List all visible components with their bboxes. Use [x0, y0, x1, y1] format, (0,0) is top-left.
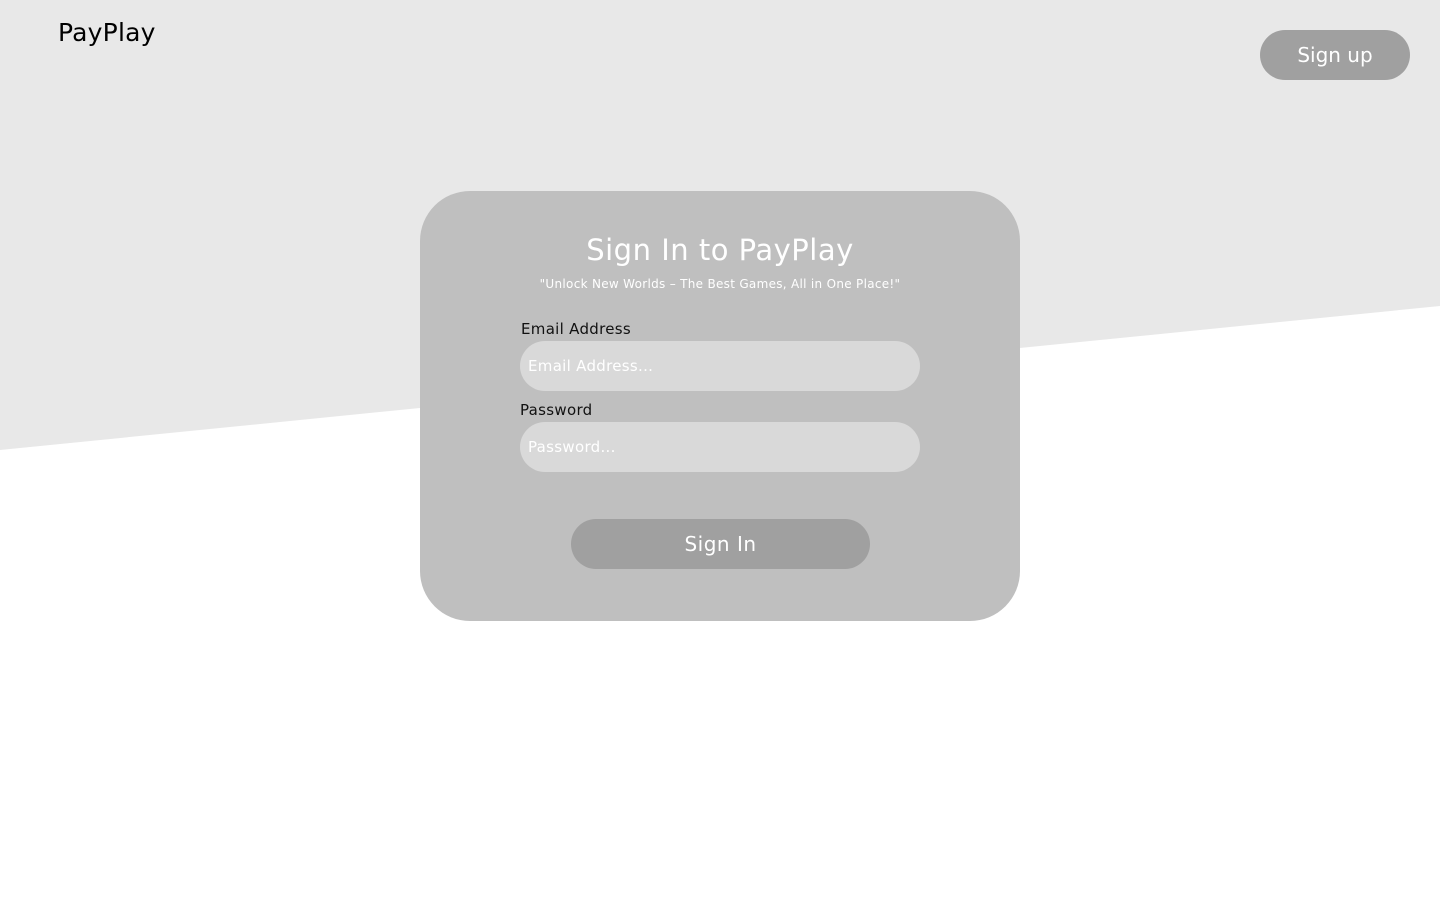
password-field[interactable] [520, 422, 920, 472]
email-label: Email Address [521, 320, 632, 338]
sign-in-button[interactable]: Sign In [571, 519, 870, 569]
page: PayPlay Sign up Sign In to PayPlay "Unlo… [0, 0, 1440, 900]
sign-up-button[interactable]: Sign up [1260, 30, 1410, 80]
sign-in-title: Sign In to PayPlay [586, 233, 854, 267]
sign-in-card: Sign In to PayPlay "Unlock New Worlds – … [420, 191, 1020, 621]
sign-in-tagline: "Unlock New Worlds – The Best Games, All… [539, 277, 901, 291]
email-field[interactable] [520, 341, 920, 391]
app-logo[interactable]: PayPlay [58, 18, 156, 47]
password-label: Password [520, 401, 593, 419]
